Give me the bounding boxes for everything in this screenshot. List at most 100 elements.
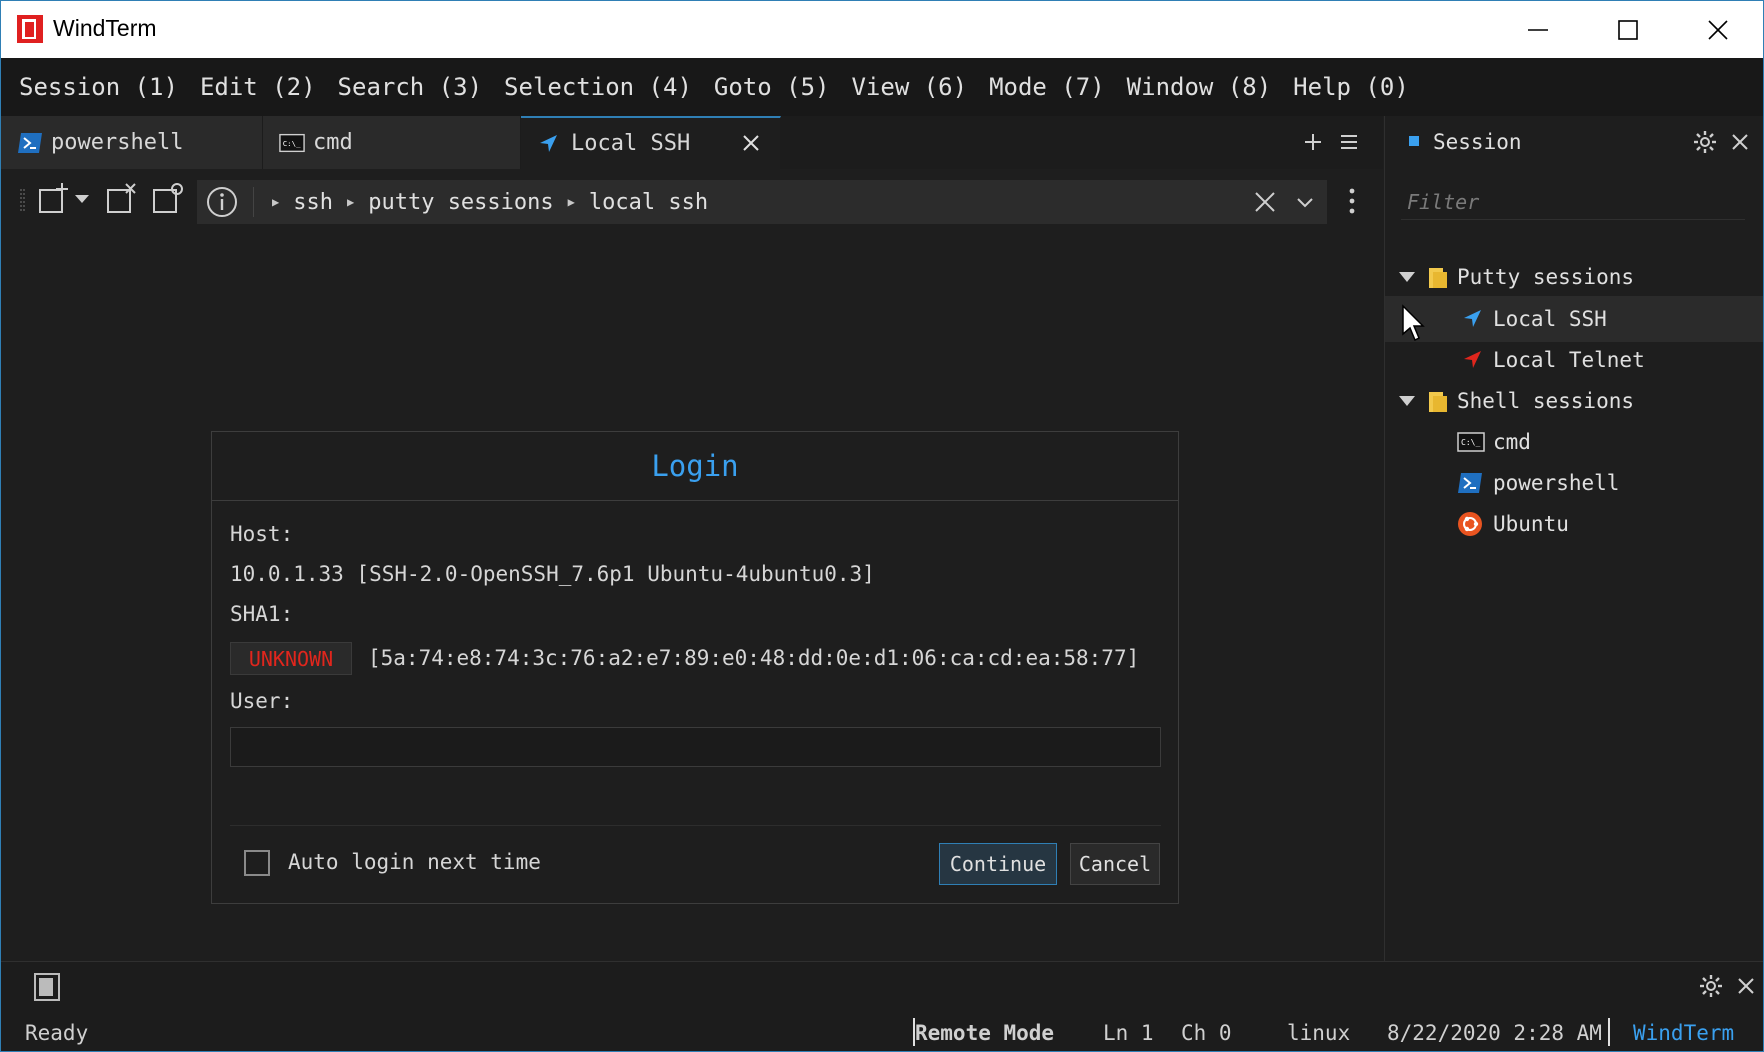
close-icon: [1708, 19, 1728, 40]
minimize-button[interactable]: [1493, 1, 1583, 58]
auto-login-checkbox[interactable]: [244, 850, 270, 876]
window-title: WindTerm: [53, 15, 157, 41]
tree-item-ubuntu[interactable]: Ubuntu: [1385, 501, 1763, 547]
status-os[interactable]: linux: [1287, 1021, 1350, 1045]
status-mode[interactable]: Remote Mode: [915, 1021, 1054, 1045]
auto-login-label[interactable]: Auto login next time: [288, 850, 541, 874]
host-label: Host:: [230, 522, 294, 546]
divider: [1608, 1018, 1610, 1046]
status-ready: Ready: [25, 1021, 89, 1045]
windterm-logo-icon: [17, 15, 43, 43]
close-panel-icon[interactable]: [1737, 977, 1755, 995]
gear-icon[interactable]: [1699, 974, 1723, 998]
menu-mode[interactable]: Mode (7): [989, 73, 1105, 101]
tab-cmd[interactable]: C:\_ cmd: [263, 116, 521, 169]
tree-item-label: Local Telnet: [1493, 348, 1645, 372]
sha-label: SHA1:: [230, 602, 294, 626]
ssh-arrow-icon: [1464, 310, 1481, 327]
menu-selection[interactable]: Selection (4): [504, 73, 692, 101]
folder-icon: [1429, 392, 1447, 412]
tree-group-shell-sessions[interactable]: Shell sessions: [1385, 378, 1763, 424]
minimize-icon: [1528, 28, 1548, 31]
cmd-icon: C:\_: [1457, 432, 1485, 452]
tree-item-local-ssh[interactable]: Local SSH: [1385, 296, 1763, 342]
more-options-icon[interactable]: [1347, 186, 1357, 216]
user-input[interactable]: [230, 727, 1161, 767]
user-label: User:: [230, 689, 294, 713]
menu-goto[interactable]: Goto (5): [714, 73, 830, 101]
breadcrumb-putty-sessions[interactable]: putty sessions: [368, 190, 553, 215]
status-column[interactable]: Ch 0: [1181, 1021, 1232, 1045]
divider: [253, 187, 254, 217]
tree-item-label: powershell: [1493, 471, 1620, 495]
clear-icon[interactable]: [1253, 190, 1277, 214]
session-panel: Session Filter Putty sessions Local SSH …: [1384, 116, 1763, 961]
breadcrumb-arrow-icon: ▶: [346, 195, 355, 209]
panel-indicator-icon: [1409, 136, 1419, 146]
breadcrumb-local-ssh[interactable]: local ssh: [589, 190, 708, 215]
new-session-icon[interactable]: [37, 181, 71, 215]
menu-window[interactable]: Window (8): [1127, 73, 1272, 101]
status-datetime: 8/22/2020 2:28 AM: [1387, 1021, 1602, 1045]
maximize-icon: [1618, 19, 1638, 40]
tree-item-powershell[interactable]: powershell: [1385, 460, 1763, 506]
session-filter-input[interactable]: Filter: [1401, 184, 1745, 220]
login-title: Login: [212, 432, 1178, 501]
status-line[interactable]: Ln 1: [1103, 1021, 1154, 1045]
close-tab-icon[interactable]: [740, 132, 762, 154]
powershell-icon: [17, 132, 43, 154]
tab-powershell[interactable]: powershell: [1, 116, 263, 169]
svg-text:C:\_: C:\_: [1461, 438, 1480, 447]
chevron-down-icon[interactable]: [1295, 192, 1315, 212]
duplicate-session-icon[interactable]: [151, 181, 185, 215]
close-session-icon[interactable]: [105, 181, 139, 215]
tree-group-putty-sessions[interactable]: Putty sessions: [1385, 254, 1763, 300]
breadcrumb-arrow-icon: ▶: [272, 195, 280, 209]
tab-label: cmd: [313, 130, 353, 155]
status-brand[interactable]: WindTerm: [1633, 1021, 1734, 1045]
gear-icon[interactable]: [1693, 130, 1717, 154]
sha-status-badge: UNKNOWN: [230, 642, 352, 675]
login-dialog: Login Host: 10.0.1.33 [SSH-2.0-OpenSSH_7…: [211, 431, 1179, 904]
menu-search[interactable]: Search (3): [338, 73, 483, 101]
maximize-button[interactable]: [1583, 1, 1673, 58]
session-panel-header: Session: [1385, 116, 1763, 169]
tree-item-label: Local SSH: [1493, 307, 1607, 331]
new-tab-icon[interactable]: [1301, 130, 1325, 154]
tree-group-label: Shell sessions: [1457, 389, 1635, 413]
cmd-icon: C:\_: [279, 132, 305, 154]
grip-handle-icon[interactable]: [19, 189, 25, 211]
tree-item-local-telnet[interactable]: Local Telnet: [1385, 337, 1763, 383]
menu-view[interactable]: View (6): [851, 73, 967, 101]
breadcrumb-ssh[interactable]: ssh: [293, 190, 333, 215]
info-icon[interactable]: [205, 185, 239, 219]
chevron-down-icon[interactable]: [1399, 396, 1415, 406]
tab-label: powershell: [51, 130, 184, 155]
close-panel-icon[interactable]: [1731, 133, 1749, 151]
folder-icon: [1429, 268, 1447, 288]
close-window-button[interactable]: [1673, 1, 1763, 58]
chevron-down-icon[interactable]: [1399, 272, 1415, 282]
tab-local-ssh[interactable]: Local SSH: [521, 116, 781, 169]
tree-item-cmd[interactable]: C:\_ cmd: [1385, 419, 1763, 465]
cancel-button[interactable]: Cancel: [1070, 843, 1160, 885]
chevron-down-icon[interactable]: [73, 181, 91, 215]
svg-text:C:\_: C:\_: [283, 138, 301, 147]
session-panel-title: Session: [1433, 130, 1522, 154]
powershell-icon: [1458, 473, 1482, 493]
address-bar[interactable]: ▶ ssh ▶ putty sessions ▶ local ssh: [197, 180, 1327, 224]
menu-bar: Session (1) Edit (2) Search (3) Selectio…: [1, 58, 1763, 116]
tree-item-label: Ubuntu: [1493, 512, 1569, 536]
continue-button[interactable]: Continue: [939, 843, 1057, 885]
outline-panel-icon[interactable]: [33, 972, 61, 1002]
host-value: 10.0.1.33 [SSH-2.0-OpenSSH_7.6p1 Ubuntu-…: [230, 562, 875, 586]
mouse-cursor-icon: [1402, 304, 1425, 342]
divider: [230, 825, 1161, 826]
menu-help[interactable]: Help (0): [1293, 73, 1409, 101]
windterm-window: WindTerm Session (1) Edit (2) Search (3)…: [0, 0, 1764, 1052]
menu-edit[interactable]: Edit (2): [200, 73, 316, 101]
terminal-pane: powershell C:\_ cmd Local SSH ▶ ssh ▶ pu…: [1, 116, 1383, 961]
sha-fingerprint: [5a:74:e8:74:3c:76:a2:e7:89:e0:48:dd:0e:…: [368, 646, 1140, 670]
menu-session[interactable]: Session (1): [19, 73, 178, 101]
tab-list-icon[interactable]: [1337, 130, 1361, 154]
